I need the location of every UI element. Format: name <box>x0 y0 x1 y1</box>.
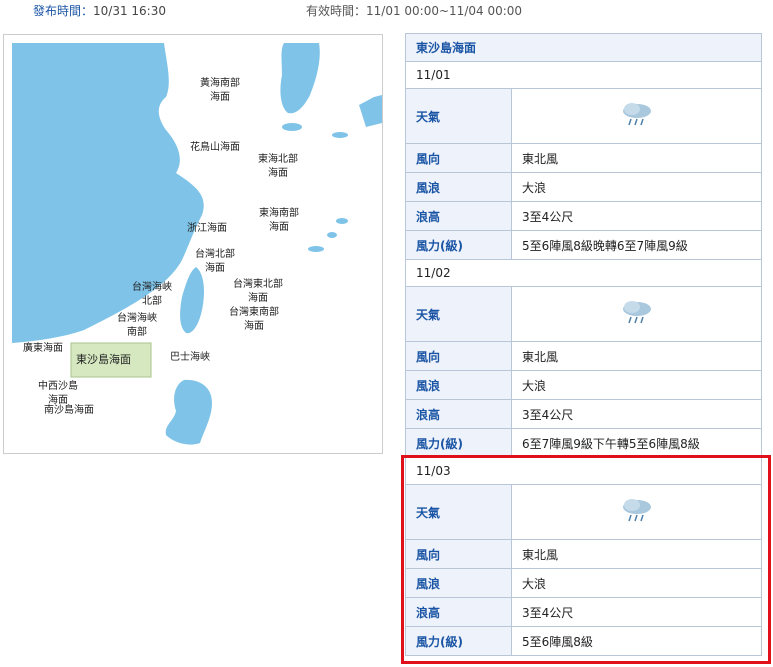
wave-height-label: 浪高 <box>405 201 512 231</box>
publish-time-label: 發布時間： <box>33 4 94 18</box>
forecast-date: 11/01 <box>405 61 762 89</box>
map-label-yellow-sea-south[interactable]: 黃海南部 海面 <box>200 77 240 105</box>
weather-label: 天氣 <box>405 88 512 144</box>
map-label-zhejiang[interactable]: 浙江海面 <box>187 222 227 236</box>
header-bar: 發布時間：10/31 16:30 有效時間：11/01 00:00~11/04 … <box>0 0 773 20</box>
map-label-taiwan-north[interactable]: 台灣北部 海面 <box>195 248 235 276</box>
japan-shape <box>359 95 382 127</box>
wave-value: 大浪 <box>511 172 762 202</box>
map-label-east-china-south[interactable]: 東海南部 海面 <box>259 207 299 235</box>
publish-time: 發布時間：10/31 16:30 <box>33 2 166 19</box>
wave-label: 風浪 <box>405 370 512 400</box>
korea-shape <box>280 43 320 114</box>
map-label-guangdong[interactable]: 廣東海面 <box>23 342 63 356</box>
weather-cell <box>511 286 762 342</box>
island-shape <box>327 232 337 238</box>
island-shape <box>308 246 324 252</box>
highlight-box <box>401 455 771 664</box>
wave-height-value: 3至4公尺 <box>511 399 762 429</box>
wind-force-value: 5至6陣風8級晚轉6至7陣風9級 <box>511 230 762 260</box>
forecast-date: 11/02 <box>405 259 762 287</box>
wind-force-label: 風力(級) <box>405 230 512 260</box>
map-label-taiwan-strait-north[interactable]: 台灣海峽 北部 <box>132 281 172 309</box>
map-label-east-china-north[interactable]: 東海北部 海面 <box>258 153 298 181</box>
valid-time-label: 有效時間： <box>306 4 367 18</box>
wind-dir-label: 風向 <box>405 341 512 371</box>
wind-dir-value: 東北風 <box>511 143 762 173</box>
publish-time-value: 10/31 16:30 <box>93 4 166 18</box>
mainland-shape <box>12 43 204 343</box>
wind-force-label: 風力(級) <box>405 428 512 458</box>
map-label-taiwan-se[interactable]: 台灣東南部 海面 <box>229 306 279 334</box>
sea-area-map: 黃海南部 海面 花鳥山海面 東海北部 海面 東海南部 海面 浙江海面 台灣北部 海面 台… <box>3 34 383 454</box>
map-label-bashi[interactable]: 巴士海峽 <box>170 351 210 365</box>
map-label-dongsha[interactable]: 東沙島海面 <box>76 353 131 367</box>
wind-dir-label: 風向 <box>405 143 512 173</box>
map-label-taiwan-ne[interactable]: 台灣東北部 海面 <box>233 278 283 306</box>
rain-cloud-icon <box>622 300 651 323</box>
map-label-taiwan-strait-south[interactable]: 台灣海峽 南部 <box>117 312 157 340</box>
island-shape <box>336 218 348 224</box>
wind-dir-value: 東北風 <box>511 341 762 371</box>
map-label-nansha[interactable]: 南沙島海面 <box>44 404 94 418</box>
rain-cloud-icon <box>622 102 651 125</box>
luzon-shape <box>165 379 212 445</box>
taiwan-shape <box>180 267 204 334</box>
map-label-huaniao[interactable]: 花鳥山海面 <box>190 141 240 155</box>
weather-cell <box>511 88 762 144</box>
wave-height-label: 浪高 <box>405 399 512 429</box>
wind-force-value: 6至7陣風9級下午轉5至6陣風8級 <box>511 428 762 458</box>
wave-label: 風浪 <box>405 172 512 202</box>
wave-height-value: 3至4公尺 <box>511 201 762 231</box>
valid-time: 有效時間：11/01 00:00~11/04 00:00 <box>306 2 522 19</box>
island-shape <box>282 123 302 131</box>
weather-label: 天氣 <box>405 286 512 342</box>
wave-value: 大浪 <box>511 370 762 400</box>
island-shape <box>332 132 348 138</box>
region-title: 東沙島海面 <box>405 33 762 62</box>
valid-time-value: 11/01 00:00~11/04 00:00 <box>366 4 523 18</box>
